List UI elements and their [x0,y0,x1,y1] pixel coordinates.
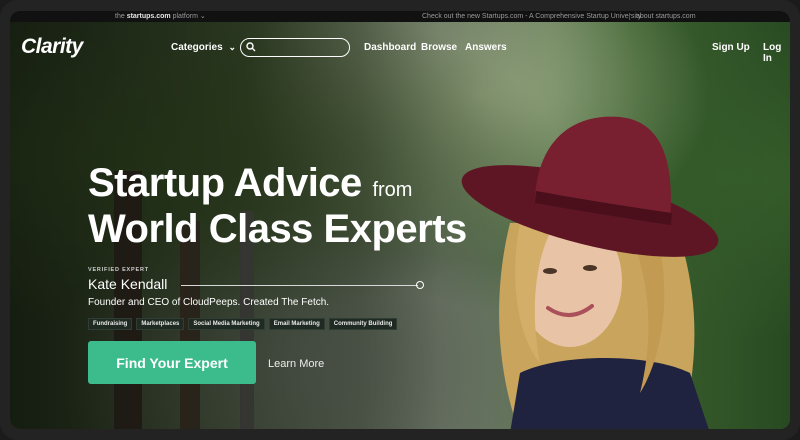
heading-text: Startup Advice [88,161,362,205]
nav-answers[interactable]: Answers [465,42,507,53]
platform-switcher[interactable]: the startups.com platform ⌄ [115,11,206,22]
signup-link[interactable]: Sign Up [712,42,750,53]
platform-suffix: platform [172,13,198,20]
tag-social-media-marketing[interactable]: Social Media Marketing [188,318,265,330]
find-expert-button[interactable]: Find Your Expert [88,341,256,384]
tag-marketplaces[interactable]: Marketplaces [136,318,185,330]
hero-screen: the startups.com platform ⌄ Check out th… [10,11,790,429]
about-link[interactable]: about startups.com [636,11,696,22]
expert-tags: Fundraising Marketplaces Social Media Ma… [88,318,398,330]
expert-dot [416,281,424,289]
tag-fundraising[interactable]: Fundraising [88,318,133,330]
expert-title: Founder and CEO of CloudPeeps. Created T… [88,297,330,308]
nav-dashboard[interactable]: Dashboard [364,42,416,53]
hero-heading-line1: Startup Advice from [88,161,412,206]
login-link[interactable]: Log In [763,42,790,64]
top-strip: the startups.com platform ⌄ Check out th… [10,11,790,22]
clarity-logo[interactable]: Clarity [21,35,83,59]
chevron-down-icon: ⌄ [199,13,206,20]
expert-name[interactable]: Kate Kendall [88,276,167,292]
search-icon [246,42,256,52]
learn-more-link[interactable]: Learn More [268,358,324,370]
divider [629,13,630,20]
chevron-down-icon: ⌄ [228,42,237,52]
platform-prefix: the [115,13,125,20]
nav-categories[interactable]: Categories ⌄ [171,42,236,53]
tag-email-marketing[interactable]: Email Marketing [268,318,325,330]
heading-suffix: from [372,179,413,201]
promo-link[interactable]: Check out the new Startups.com - A Compr… [422,11,641,22]
nav-browse[interactable]: Browse [421,42,457,53]
device-frame: the startups.com platform ⌄ Check out th… [0,0,800,440]
hero-heading-line2: World Class Experts [88,207,467,251]
categories-label: Categories [171,42,223,53]
tag-community-building[interactable]: Community Building [328,318,398,330]
platform-name: startups.com [126,13,171,20]
expert-photo [461,116,719,429]
expert-divider [181,285,418,286]
verified-label: VERIFIED EXPERT [88,267,149,273]
search-input[interactable] [240,38,350,57]
